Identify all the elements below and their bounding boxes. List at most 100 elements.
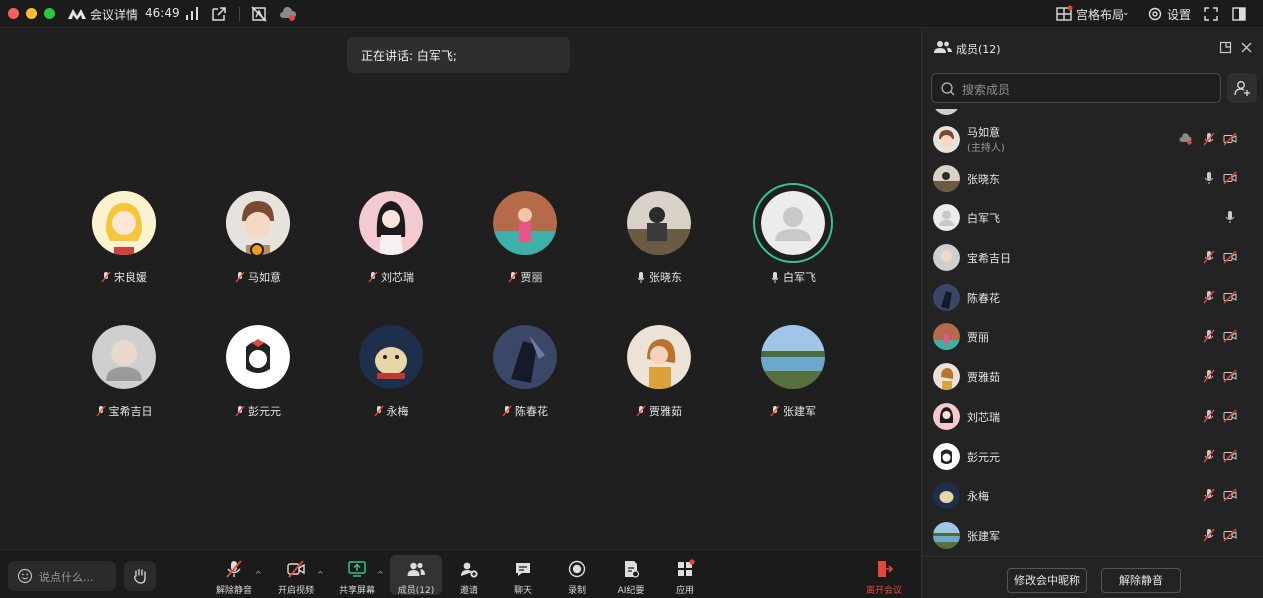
video-off-icon[interactable]	[1223, 171, 1237, 185]
member-row[interactable]: 贾丽	[922, 318, 1263, 356]
popout-icon[interactable]	[1219, 41, 1232, 54]
mic-muted-icon[interactable]	[1202, 132, 1216, 146]
member-row[interactable]: 永梅	[922, 477, 1263, 515]
mic-icon[interactable]	[1223, 210, 1237, 224]
avatar	[493, 191, 557, 255]
member-row[interactable]: 刘芯瑞	[922, 398, 1263, 436]
grid-layout-icon[interactable]	[1055, 5, 1073, 23]
record-button[interactable]: 录制	[551, 555, 603, 596]
participant-tile[interactable]: 彭元元	[193, 325, 323, 435]
smiley-icon[interactable]	[17, 568, 33, 584]
participant-tile[interactable]: 贾雅茹	[594, 325, 724, 435]
window-close-button[interactable]	[8, 8, 19, 19]
sidebar-toggle-icon[interactable]	[1230, 5, 1248, 23]
member-row[interactable]: 白军飞	[922, 199, 1263, 237]
participant-tile[interactable]: 宝希吉日	[59, 325, 189, 435]
share-screen-button[interactable]: 共享屏幕	[331, 555, 383, 596]
video-off-icon[interactable]	[1223, 132, 1237, 146]
mic-muted-icon[interactable]	[1202, 488, 1216, 502]
participant-tile[interactable]: 陈春花	[460, 325, 590, 435]
rename-nickname-button[interactable]: 修改会中昵称	[1007, 568, 1087, 593]
gear-icon[interactable]	[1146, 5, 1164, 23]
leave-meeting-button[interactable]: 离开会议	[858, 555, 910, 596]
video-off-icon[interactable]	[1223, 250, 1237, 264]
external-window-icon[interactable]	[210, 5, 228, 23]
participant-name: 陈春花	[460, 403, 590, 419]
participant-tile[interactable]: 贾丽	[460, 191, 590, 301]
mic-muted-icon	[507, 271, 518, 283]
mic-muted-icon[interactable]	[1202, 528, 1216, 542]
avatar	[933, 522, 960, 549]
participant-name: 马如意	[193, 269, 323, 285]
member-row[interactable]: 彭元元	[922, 438, 1263, 476]
signal-strength-icon[interactable]	[183, 5, 201, 23]
fullscreen-icon[interactable]	[1202, 5, 1220, 23]
participant-tile[interactable]: 马如意	[193, 191, 323, 301]
avatar	[933, 284, 960, 311]
mic-icon[interactable]	[1202, 171, 1216, 185]
share-options-caret[interactable]: ^	[377, 570, 384, 579]
chevron-down-icon[interactable]: ⌄	[1122, 8, 1130, 18]
layout-selector[interactable]: 宫格布局	[1076, 6, 1124, 23]
participant-tile[interactable]: 宋良媛	[59, 191, 189, 301]
members-icon	[934, 41, 952, 53]
audio-options-caret[interactable]: ^	[255, 570, 262, 579]
member-list[interactable]: 马如意 (主持人) 张晓东 白军飞 宝希吉日 陈春花 贾丽 贾雅茹 刘芯瑞 彭元…	[922, 109, 1263, 556]
video-off-icon[interactable]	[1223, 290, 1237, 304]
mic-muted-icon	[636, 405, 646, 417]
member-search-input[interactable]: 搜索成员	[931, 73, 1221, 103]
members-icon	[407, 562, 425, 576]
participant-tile[interactable]: 张建军	[728, 325, 858, 435]
video-off-icon[interactable]	[1223, 488, 1237, 502]
video-off-icon[interactable]	[1223, 449, 1237, 463]
participant-name: 宝希吉日	[59, 403, 189, 419]
panel-footer: 修改会中昵称 解除静音	[922, 556, 1263, 598]
avatar	[627, 191, 691, 255]
video-off-icon[interactable]	[1223, 528, 1237, 542]
participant-tile-speaking[interactable]: 白军飞	[728, 183, 858, 301]
mic-muted-icon[interactable]	[1202, 290, 1216, 304]
share-screen-icon	[348, 561, 366, 577]
mic-muted-icon	[502, 405, 512, 417]
chat-button[interactable]: 聊天	[497, 555, 549, 596]
participant-tile[interactable]: 永梅	[326, 325, 456, 435]
video-off-icon[interactable]	[1223, 329, 1237, 343]
mic-muted-icon[interactable]	[1202, 449, 1216, 463]
ai-minutes-button[interactable]: AI纪要	[605, 555, 657, 596]
participant-tile[interactable]: 张晓东	[594, 191, 724, 301]
video-options-caret[interactable]: ^	[317, 570, 324, 579]
cloud-record-icon[interactable]	[279, 5, 297, 23]
mic-muted-icon[interactable]	[1202, 409, 1216, 423]
window-minimize-button[interactable]	[26, 8, 37, 19]
mic-muted-icon[interactable]	[1202, 329, 1216, 343]
quick-chat-input[interactable]: 说点什么...	[8, 561, 116, 591]
window-zoom-button[interactable]	[44, 8, 55, 19]
raise-hand-button[interactable]	[124, 561, 156, 591]
member-row[interactable]: 陈春花	[922, 279, 1263, 317]
mic-muted-icon	[226, 560, 242, 578]
participant-tile[interactable]: 刘芯瑞	[326, 191, 456, 301]
meeting-toolbar: 说点什么... 解除静音 ^ 开启视频 ^ 共享屏幕 ^ 成员(12) 邀请 聊…	[0, 549, 920, 598]
mic-muted-icon[interactable]	[1202, 369, 1216, 383]
invite-button[interactable]: 邀请	[443, 555, 495, 596]
invite-member-button[interactable]	[1227, 73, 1257, 103]
apps-button[interactable]: 应用	[659, 555, 711, 596]
member-row[interactable]: 马如意 (主持人)	[922, 121, 1263, 159]
member-row[interactable]: 张建军	[922, 517, 1263, 555]
close-icon[interactable]	[1240, 41, 1253, 54]
avatar	[359, 325, 423, 389]
mic-muted-icon	[368, 271, 378, 283]
meeting-details-link[interactable]: 会议详情	[90, 6, 138, 23]
settings-button[interactable]: 设置	[1167, 6, 1191, 23]
member-row[interactable]: 张晓东	[922, 160, 1263, 198]
avatar	[933, 403, 960, 430]
video-off-icon[interactable]	[1223, 409, 1237, 423]
start-video-button[interactable]: 开启视频	[270, 555, 322, 596]
unmute-self-button[interactable]: 解除静音	[1101, 568, 1181, 593]
video-off-icon[interactable]	[1223, 369, 1237, 383]
unmute-button[interactable]: 解除静音	[208, 555, 260, 596]
mic-muted-icon[interactable]	[1202, 250, 1216, 264]
member-row[interactable]: 宝希吉日	[922, 239, 1263, 277]
meeting-secure-off-icon[interactable]	[250, 5, 268, 23]
member-row[interactable]: 贾雅茹	[922, 358, 1263, 396]
